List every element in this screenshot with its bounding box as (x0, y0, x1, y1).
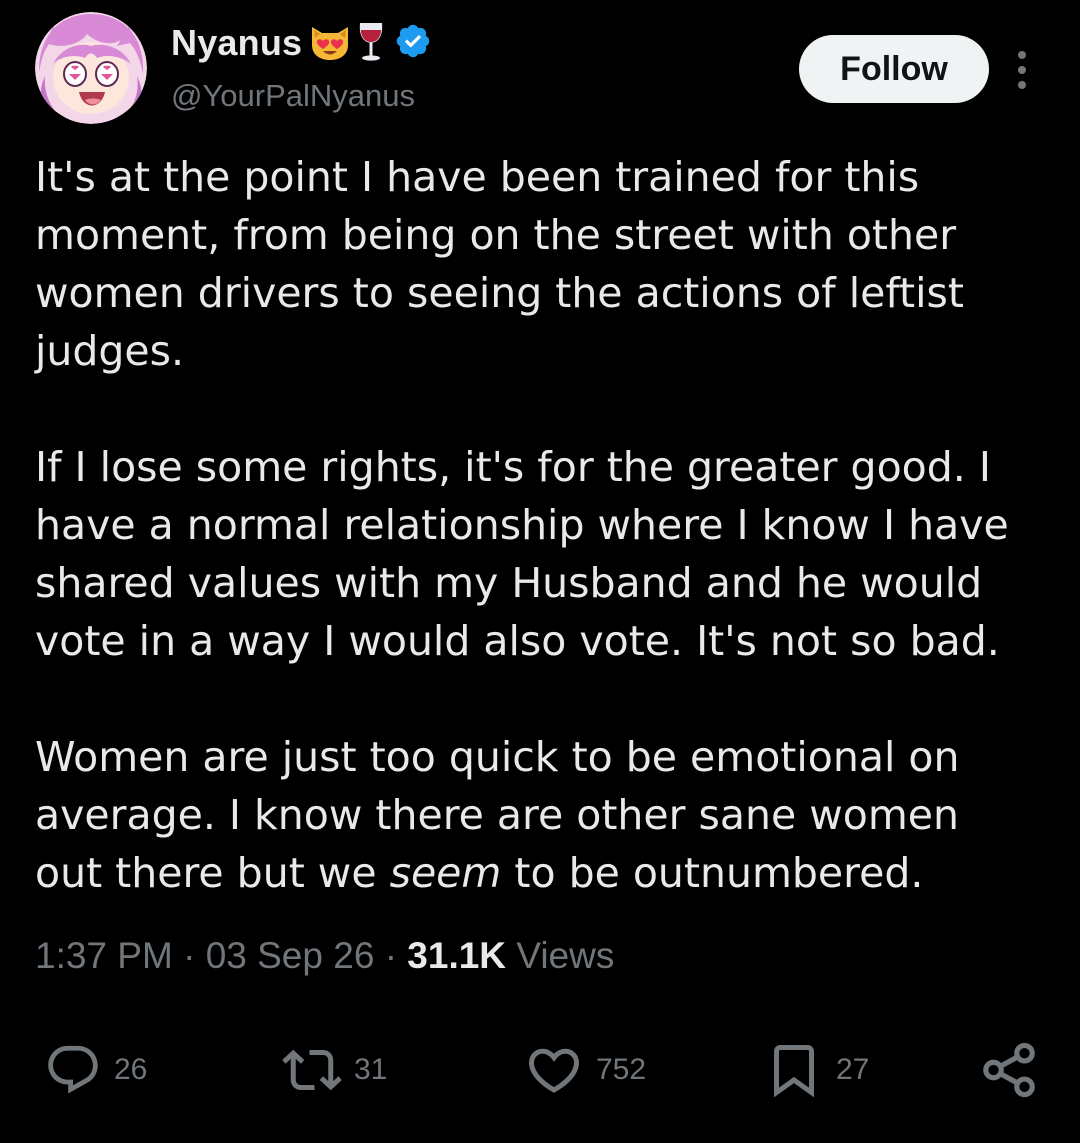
like-count: 752 (596, 1053, 647, 1086)
meta-separator: · (384, 935, 398, 976)
tweet-paragraph-2: If I lose some rights, it's for the grea… (35, 443, 1009, 665)
tweet-date[interactable]: 03 Sep 26 (206, 935, 375, 976)
verified-badge-icon[interactable] (394, 22, 432, 64)
tweet-meta: 1:37 PM · 03 Sep 26 · 31.1K Views (35, 935, 614, 977)
share-icon (983, 1042, 1035, 1098)
reply-button[interactable]: 26 (44, 1035, 147, 1105)
tweet-paragraph-3: Women are just too quick to be emotional… (35, 728, 1065, 902)
repost-count: 31 (354, 1053, 388, 1086)
avatar[interactable] (35, 12, 147, 124)
author-name[interactable]: Nyanus (171, 22, 302, 64)
more-vertical-icon[interactable] (1007, 48, 1037, 92)
like-button[interactable]: 752 (524, 1035, 646, 1105)
reply-icon (48, 1045, 98, 1094)
views-count: 31.1K (407, 935, 507, 976)
heart-icon (528, 1048, 580, 1093)
heart-eyes-cat-icon (308, 21, 352, 65)
meta-separator: · (183, 935, 196, 976)
author-handle[interactable]: @YourPalNyanus (171, 78, 415, 114)
follow-button[interactable]: Follow (799, 35, 989, 103)
repost-icon (282, 1049, 342, 1091)
action-bar: 26 31 752 27 (0, 1035, 1080, 1105)
bookmark-icon (774, 1045, 814, 1098)
bookmark-button[interactable]: 27 (764, 1035, 869, 1105)
bookmark-count: 27 (836, 1053, 870, 1086)
repost-button[interactable]: 31 (282, 1035, 387, 1105)
share-button[interactable] (978, 1035, 1040, 1105)
views-label: Views (516, 935, 615, 976)
tweet-text: It's at the point I have been trained fo… (35, 148, 1065, 902)
tweet-paragraph-3-after: to be outnumbered. (501, 849, 924, 897)
wine-glass-icon (356, 20, 386, 66)
tweet-paragraph-1: It's at the point I have been trained fo… (35, 153, 964, 375)
author-name-row[interactable]: Nyanus (171, 16, 432, 70)
anime-girl-avatar-icon (35, 12, 147, 124)
tweet-emphasis: seem (389, 849, 502, 897)
tweet-time[interactable]: 1:37 PM (35, 935, 173, 976)
reply-count: 26 (114, 1053, 148, 1086)
